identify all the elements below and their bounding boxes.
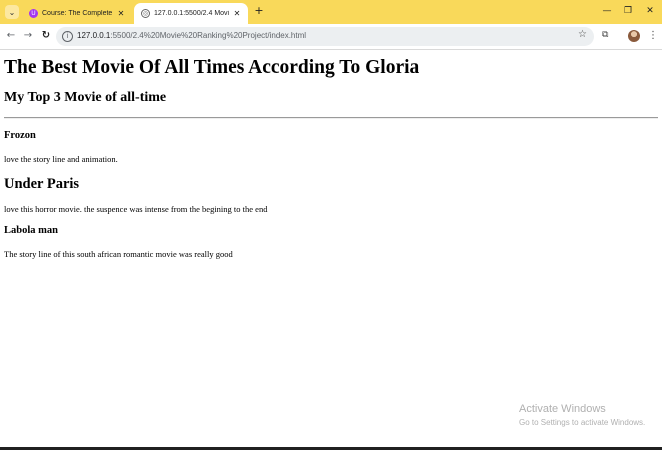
tab-search-button[interactable]: ⌄ (5, 5, 19, 19)
page-subtitle: My Top 3 Movie of all-time (4, 90, 167, 105)
star-icon[interactable]: ☆ (578, 29, 587, 40)
tab-movie-ranking[interactable]: ◎ 127.0.0.1:5500/2.4 Movie Ranki ✕ (134, 3, 248, 24)
puzzle-icon[interactable]: ⧉ (602, 30, 608, 40)
movie-title-1: Frozon (4, 130, 36, 141)
avatar[interactable] (628, 30, 640, 42)
tab-strip: ⌄ U Course: The Complete 2024 We ✕ ◎ 127… (0, 0, 662, 24)
page-title: The Best Movie Of All Times According To… (4, 57, 420, 78)
restore-icon[interactable]: ❐ (621, 4, 635, 18)
movie-description-3: The story line of this south african rom… (4, 249, 233, 259)
chevron-down-icon: ⌄ (8, 7, 16, 17)
udemy-icon: U (29, 9, 38, 18)
url-path: :5500/2.4%20Movie%20Ranking%20Project/in… (110, 31, 307, 40)
window-close-icon[interactable]: ✕ (643, 4, 657, 18)
divider (4, 117, 658, 119)
movie-description-2: love this horror movie. the suspence was… (4, 204, 268, 214)
reload-icon[interactable]: ↻ (39, 29, 53, 43)
globe-icon: ◎ (141, 9, 150, 18)
more-vert-icon[interactable]: ⋮ (648, 29, 658, 43)
movie-title-2: Under Paris (4, 176, 80, 192)
url-host: 127.0.0.1 (77, 31, 111, 40)
tab-title: 127.0.0.1:5500/2.4 Movie Ranki (154, 10, 229, 17)
new-tab-button[interactable]: + (253, 4, 265, 18)
url-text[interactable]: 127.0.0.1:5500/2.4%20Movie%20Ranking%20P… (77, 31, 306, 40)
page-content: The Best Movie Of All Times According To… (0, 51, 662, 445)
minimize-icon[interactable]: — (600, 4, 614, 18)
close-icon[interactable]: ✕ (116, 9, 126, 18)
tab-title: Course: The Complete 2024 We (42, 10, 113, 17)
address-bar[interactable]: i 127.0.0.1:5500/2.4%20Movie%20Ranking%2… (56, 27, 594, 46)
activation-watermark-subtitle: Go to Settings to activate Windows. (519, 418, 646, 427)
movie-description-1: love the story line and animation. (4, 154, 118, 164)
browser-toolbar: ← → ↻ i 127.0.0.1:5500/2.4%20Movie%20Ran… (0, 24, 662, 50)
tab-course[interactable]: U Course: The Complete 2024 We ✕ (22, 3, 132, 24)
close-icon[interactable]: ✕ (232, 9, 242, 18)
movie-title-3: Labola man (4, 225, 58, 236)
activation-watermark-title: Activate Windows (519, 403, 606, 415)
site-info-icon[interactable]: i (62, 31, 73, 42)
forward-arrow-icon[interactable]: → (21, 29, 35, 43)
back-arrow-icon[interactable]: ← (4, 29, 18, 43)
